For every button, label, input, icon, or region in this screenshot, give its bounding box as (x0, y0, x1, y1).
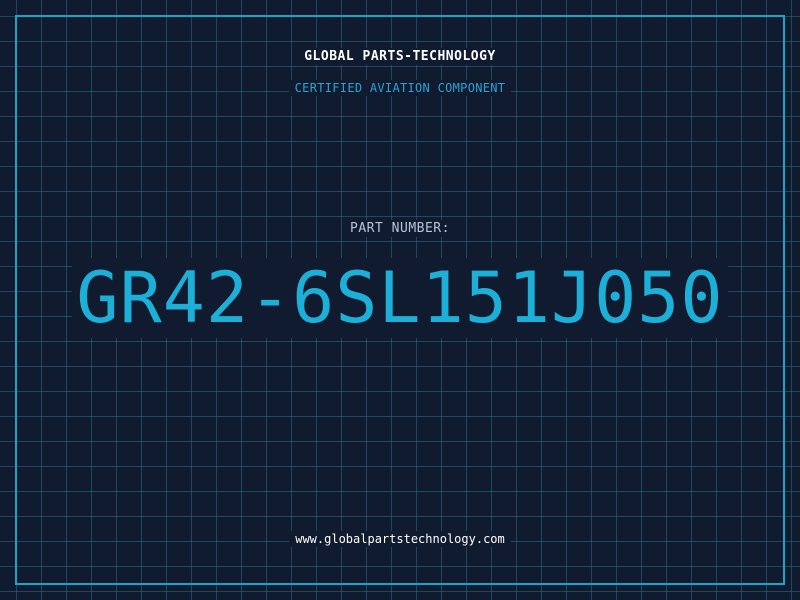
part-number-label: PART NUMBER: (0, 220, 800, 237)
part-number-label-text: PART NUMBER: (344, 220, 456, 237)
company-name: GLOBAL PARTS-TECHNOLOGY (0, 48, 800, 65)
part-number-value: GR42-6SL151J050 (0, 258, 800, 338)
website-url: www.globalpartstechnology.com (0, 531, 800, 547)
company-name-text: GLOBAL PARTS-TECHNOLOGY (298, 48, 502, 65)
certification-tagline-text: CERTIFIED AVIATION COMPONENT (288, 80, 512, 96)
website-url-text: www.globalpartstechnology.com (289, 531, 511, 547)
part-number-value-text: GR42-6SL151J050 (72, 258, 728, 338)
part-label-card: GLOBAL PARTS-TECHNOLOGY CERTIFIED AVIATI… (0, 0, 800, 600)
certification-tagline: CERTIFIED AVIATION COMPONENT (0, 80, 800, 96)
